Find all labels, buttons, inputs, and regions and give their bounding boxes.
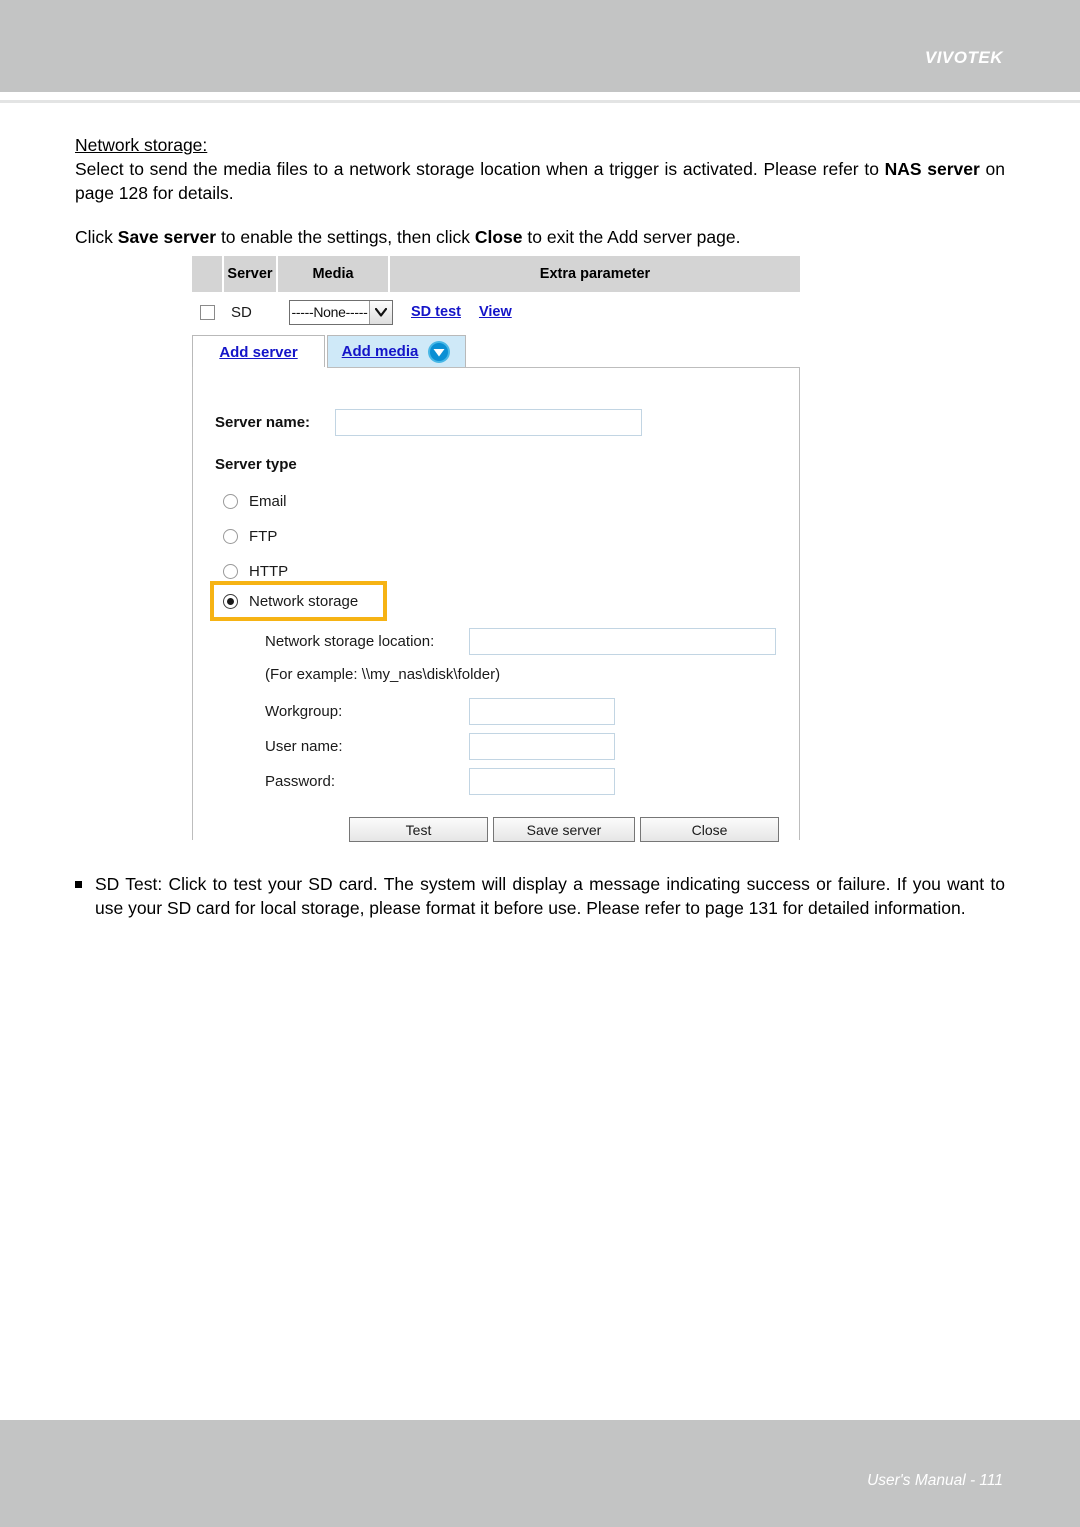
sd-test-note-text: SD Test: Click to test your SD card. The…: [95, 874, 1005, 918]
network-storage-example-note: (For example: \\my_nas\disk\folder): [265, 666, 501, 683]
form-button-row: Test Save server Close: [349, 817, 779, 842]
tab-add-media[interactable]: Add media: [327, 335, 466, 368]
save-server-emphasis: Save server: [117, 227, 217, 247]
radio-http[interactable]: [223, 564, 238, 579]
paragraph-save-close: Click Save server to enable the settings…: [75, 225, 1005, 249]
close-emphasis: Close: [474, 227, 523, 247]
page-footer-band: User's Manual - 111: [0, 1420, 1080, 1527]
radio-ftp-label: FTP: [249, 528, 278, 545]
password-label: Password:: [265, 773, 336, 790]
section-heading: Network storage:: [75, 135, 208, 155]
server-type-heading-row: Server type: [215, 456, 297, 473]
network-storage-location-label: Network storage location:: [265, 633, 435, 650]
server-type-label: Server type: [215, 456, 297, 473]
nas-server-emphasis: NAS server: [884, 159, 980, 179]
table-row: SD -----None----- SD test View: [192, 292, 802, 332]
network-storage-location-input[interactable]: [469, 628, 776, 655]
media-select[interactable]: -----None-----: [289, 299, 393, 325]
server-name-label: Server name:: [215, 414, 311, 431]
paragraph-2-part-c: to exit the Add server page.: [522, 227, 741, 247]
table-header-extra-parameter: Extra parameter: [390, 256, 800, 292]
network-storage-example-row: (For example: \\my_nas\disk\folder): [265, 666, 500, 683]
paragraph-2-part-a: Click: [75, 227, 118, 247]
radio-network-storage-label: Network storage: [249, 593, 359, 610]
panel-top-border: [327, 367, 799, 368]
table-header-select: [192, 256, 224, 292]
radio-email[interactable]: [223, 494, 238, 509]
tab-bar: Add server Add media: [192, 334, 802, 368]
radio-network-storage[interactable]: [223, 594, 238, 609]
tab-add-server-label: Add server: [219, 343, 298, 361]
table-header-media: Media: [278, 256, 390, 292]
workgroup-input[interactable]: [469, 698, 615, 725]
username-label: User name:: [265, 738, 343, 755]
document-content: Network storage: Select to send the medi…: [75, 133, 1005, 249]
tab-add-server[interactable]: Add server: [192, 335, 325, 368]
workgroup-row: Workgroup:: [265, 698, 615, 725]
server-table-header: Server Media Extra parameter: [192, 256, 800, 292]
chevron-down-circle-icon: [427, 340, 451, 364]
save-server-button[interactable]: Save server: [493, 817, 635, 842]
network-storage-location-row: Network storage location:: [265, 628, 776, 655]
username-row: User name:: [265, 733, 615, 760]
footer-page-label: User's Manual - 111: [867, 1472, 1003, 1489]
tab-add-media-label: Add media: [341, 343, 419, 360]
server-name-row: Server name:: [215, 409, 642, 436]
section-heading-line: Network storage:: [75, 133, 1005, 157]
server-name-input[interactable]: [335, 409, 642, 436]
workgroup-label: Workgroup:: [265, 703, 343, 720]
event-server-ui: Server Media Extra parameter SD -----Non…: [192, 256, 802, 842]
paragraph-2-part-b: to enable the settings, then click: [216, 227, 475, 247]
server-type-option-email[interactable]: Email: [223, 493, 287, 510]
sd-test-note: SD Test: Click to test your SD card. The…: [75, 872, 1005, 920]
header-divider: [0, 100, 1080, 103]
close-button[interactable]: Close: [640, 817, 779, 842]
page-header-band: VIVOTEK: [0, 0, 1080, 92]
vivotek-logo: VIVOTEK: [924, 48, 1003, 67]
view-link[interactable]: View: [479, 304, 512, 320]
paragraph-network-storage: Select to send the media files to a netw…: [75, 157, 1005, 205]
password-row: Password:: [265, 768, 615, 795]
chevron-down-icon: [369, 300, 392, 324]
radio-email-label: Email: [249, 493, 287, 510]
radio-http-label: HTTP: [249, 563, 289, 580]
username-input[interactable]: [469, 733, 615, 760]
test-button[interactable]: Test: [349, 817, 488, 842]
bullet-square-icon: [75, 881, 82, 888]
radio-ftp[interactable]: [223, 529, 238, 544]
sd-test-link[interactable]: SD test: [411, 304, 461, 320]
sd-row-checkbox[interactable]: [200, 304, 215, 320]
sd-row-server-label: SD: [231, 303, 252, 321]
server-type-option-network-storage[interactable]: Network storage: [223, 593, 358, 610]
paragraph-1-part-a: Select to send the media files to a netw…: [75, 159, 885, 179]
server-type-option-http[interactable]: HTTP: [223, 563, 288, 580]
server-type-option-ftp[interactable]: FTP: [223, 528, 277, 545]
table-header-server: Server: [224, 256, 278, 292]
add-server-form-panel: Server name: Server type Email FTP HTTP …: [192, 367, 800, 842]
password-input[interactable]: [469, 768, 615, 795]
media-select-value: -----None-----: [291, 304, 368, 320]
